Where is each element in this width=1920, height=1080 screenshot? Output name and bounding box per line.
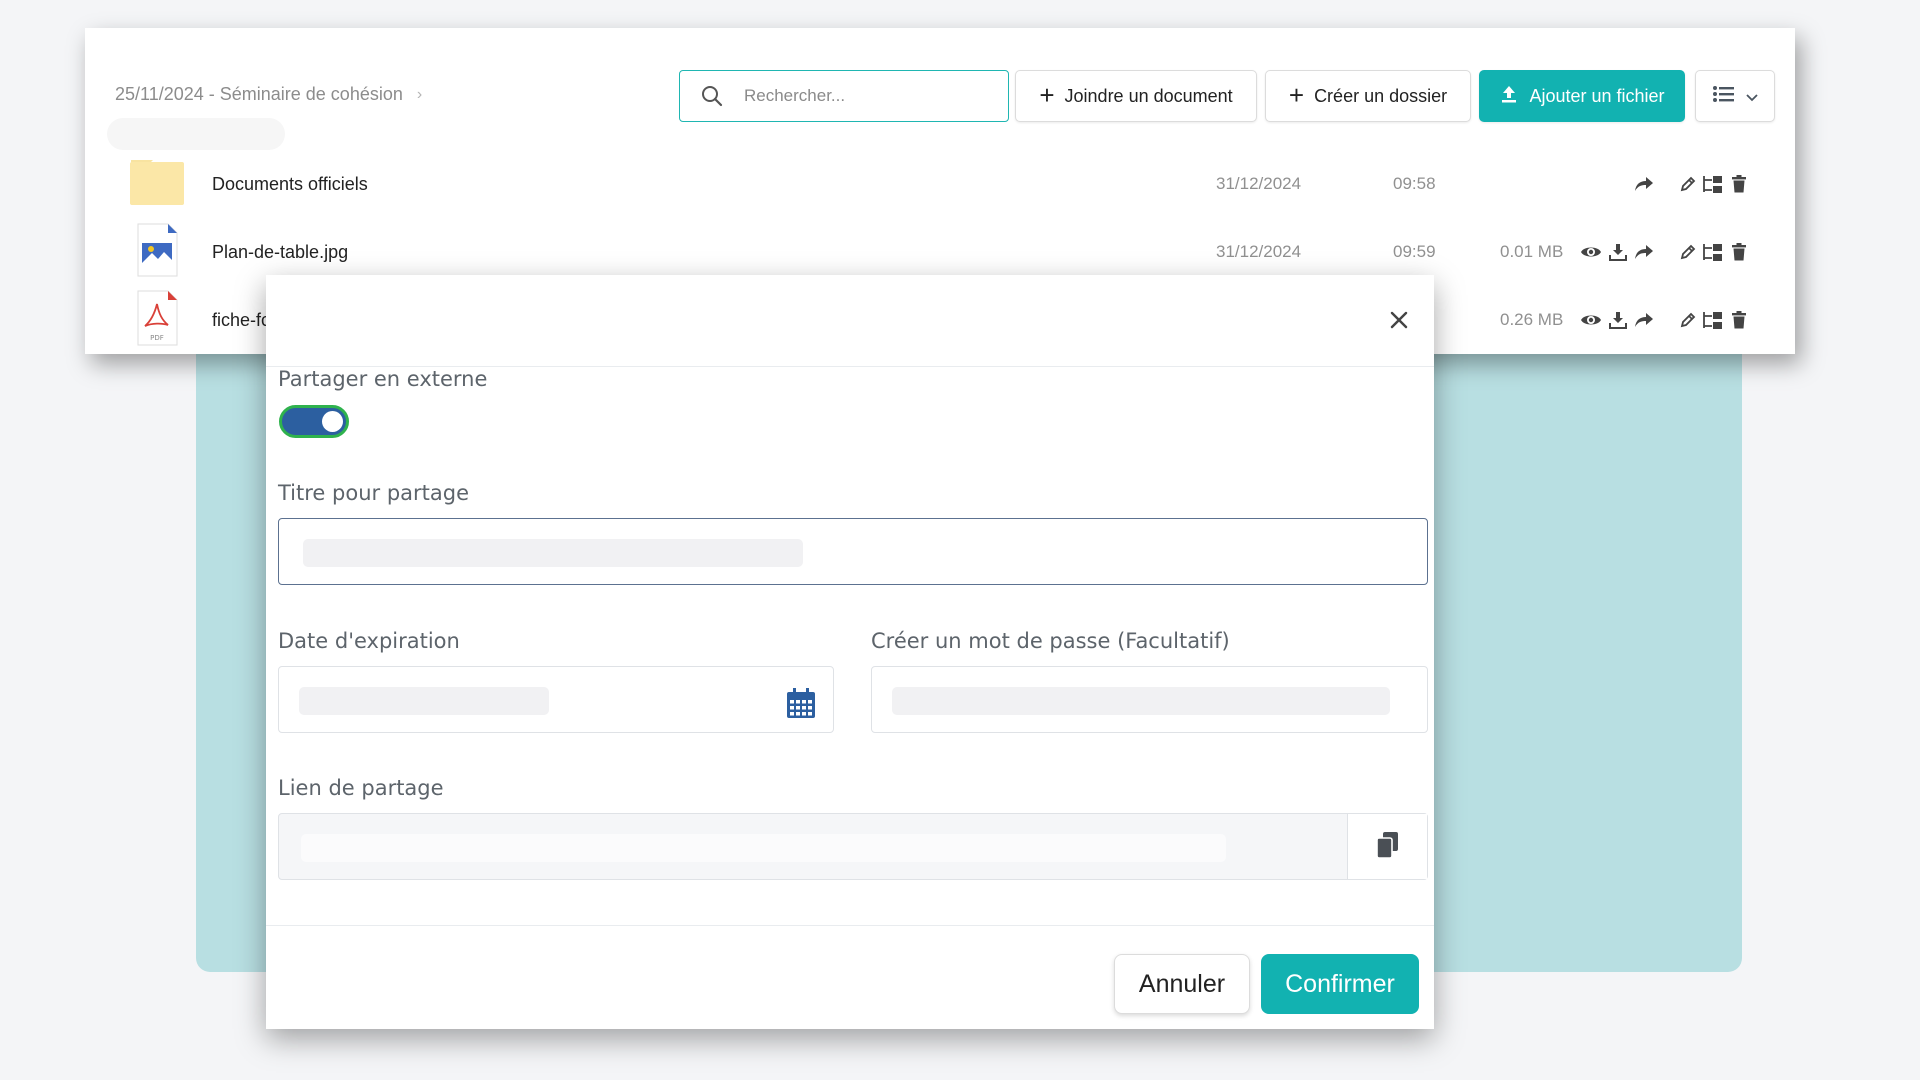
calendar-icon[interactable] <box>786 687 816 723</box>
plus-icon: + <box>1039 80 1055 110</box>
move-icon[interactable] <box>1702 240 1724 264</box>
input-placeholder-bar <box>301 834 1226 862</box>
download-icon[interactable] <box>1607 308 1629 332</box>
folder-icon <box>129 158 185 211</box>
create-folder-label: Créer un dossier <box>1314 85 1448 106</box>
plus-icon: + <box>1288 80 1305 110</box>
pencil-icon[interactable] <box>1677 308 1699 332</box>
expiration-date-input[interactable] <box>278 666 834 733</box>
file-name[interactable]: Plan-de-table.jpg <box>212 242 348 263</box>
share-external-toggle[interactable] <box>279 405 349 438</box>
pencil-icon[interactable] <box>1677 172 1699 196</box>
chevron-right-icon: › <box>416 85 423 103</box>
trash-icon[interactable] <box>1728 240 1750 264</box>
trash-icon[interactable] <box>1728 308 1750 332</box>
breadcrumb[interactable]: 25/11/2024 - Séminaire de cohésion › <box>115 84 422 105</box>
move-icon[interactable] <box>1702 308 1724 332</box>
search-input[interactable] <box>744 86 984 106</box>
password-label: Créer un mot de passe (Facultatif) <box>871 629 1230 653</box>
share-link-label: Lien de partage <box>278 776 444 800</box>
share-external-label: Partager en externe <box>278 367 488 391</box>
file-time: 09:59 <box>1393 242 1436 261</box>
pdf-badge-text: PDF <box>150 334 164 342</box>
eye-icon[interactable] <box>1580 240 1602 264</box>
copy-icon <box>1375 831 1401 863</box>
toggle-knob <box>322 411 343 432</box>
modal-header <box>266 275 1434 367</box>
upload-icon <box>1499 84 1519 109</box>
pdf-file-icon: PDF <box>136 290 178 351</box>
share-modal: Partager en externe Titre pour partage D… <box>266 275 1434 1029</box>
share-icon[interactable] <box>1633 172 1655 196</box>
list-view-icon <box>1712 84 1736 109</box>
file-date: 31/12/2024 <box>1216 174 1302 193</box>
input-placeholder-bar <box>892 687 1390 715</box>
confirm-button[interactable]: Confirmer <box>1261 954 1419 1014</box>
search-box[interactable] <box>679 70 1009 122</box>
file-name[interactable]: fiche-fc <box>212 310 270 331</box>
file-name[interactable]: Documents officiels <box>212 174 368 195</box>
share-title-input[interactable] <box>278 518 1428 585</box>
view-mode-dropdown[interactable] <box>1695 70 1775 122</box>
upload-file-label: Ajouter un fichier <box>1529 85 1665 106</box>
row-actions <box>1580 308 1770 332</box>
close-icon[interactable] <box>1384 305 1414 335</box>
chevron-down-icon <box>1746 86 1758 107</box>
file-row[interactable]: Documents officiels 31/12/2024 09:58 <box>85 150 1795 218</box>
move-icon[interactable] <box>1702 172 1724 196</box>
file-size: 0.26 MB <box>1500 310 1564 329</box>
share-title-label: Titre pour partage <box>278 481 469 505</box>
pencil-icon[interactable] <box>1677 240 1699 264</box>
file-date: 31/12/2024 <box>1216 242 1302 261</box>
cancel-button[interactable]: Annuler <box>1114 954 1250 1014</box>
create-folder-button[interactable]: + Créer un dossier <box>1265 70 1471 122</box>
row-actions <box>1580 240 1770 264</box>
modal-footer: Annuler Confirmer <box>266 925 1434 1029</box>
upload-file-button[interactable]: Ajouter un fichier <box>1479 70 1685 122</box>
share-icon[interactable] <box>1633 308 1655 332</box>
download-icon[interactable] <box>1607 240 1629 264</box>
file-time: 09:58 <box>1393 174 1436 193</box>
search-icon <box>680 85 744 107</box>
breadcrumb-folder-name[interactable]: 25/11/2024 - Séminaire de cohésion <box>115 84 403 105</box>
loading-placeholder <box>107 118 285 150</box>
eye-icon[interactable] <box>1580 308 1602 332</box>
input-placeholder-bar <box>303 539 803 567</box>
copy-link-button[interactable] <box>1347 814 1427 879</box>
image-file-icon <box>136 223 178 282</box>
file-size: 0.01 MB <box>1500 242 1564 261</box>
input-placeholder-bar <box>299 687 549 715</box>
row-actions <box>1580 172 1770 196</box>
expiration-date-label: Date d'expiration <box>278 629 460 653</box>
attach-document-label: Joindre un document <box>1064 85 1233 106</box>
password-input[interactable] <box>871 666 1428 733</box>
attach-document-button[interactable]: + Joindre un document <box>1015 70 1257 122</box>
share-icon[interactable] <box>1633 240 1655 264</box>
trash-icon[interactable] <box>1728 172 1750 196</box>
share-link-field[interactable] <box>278 813 1428 880</box>
